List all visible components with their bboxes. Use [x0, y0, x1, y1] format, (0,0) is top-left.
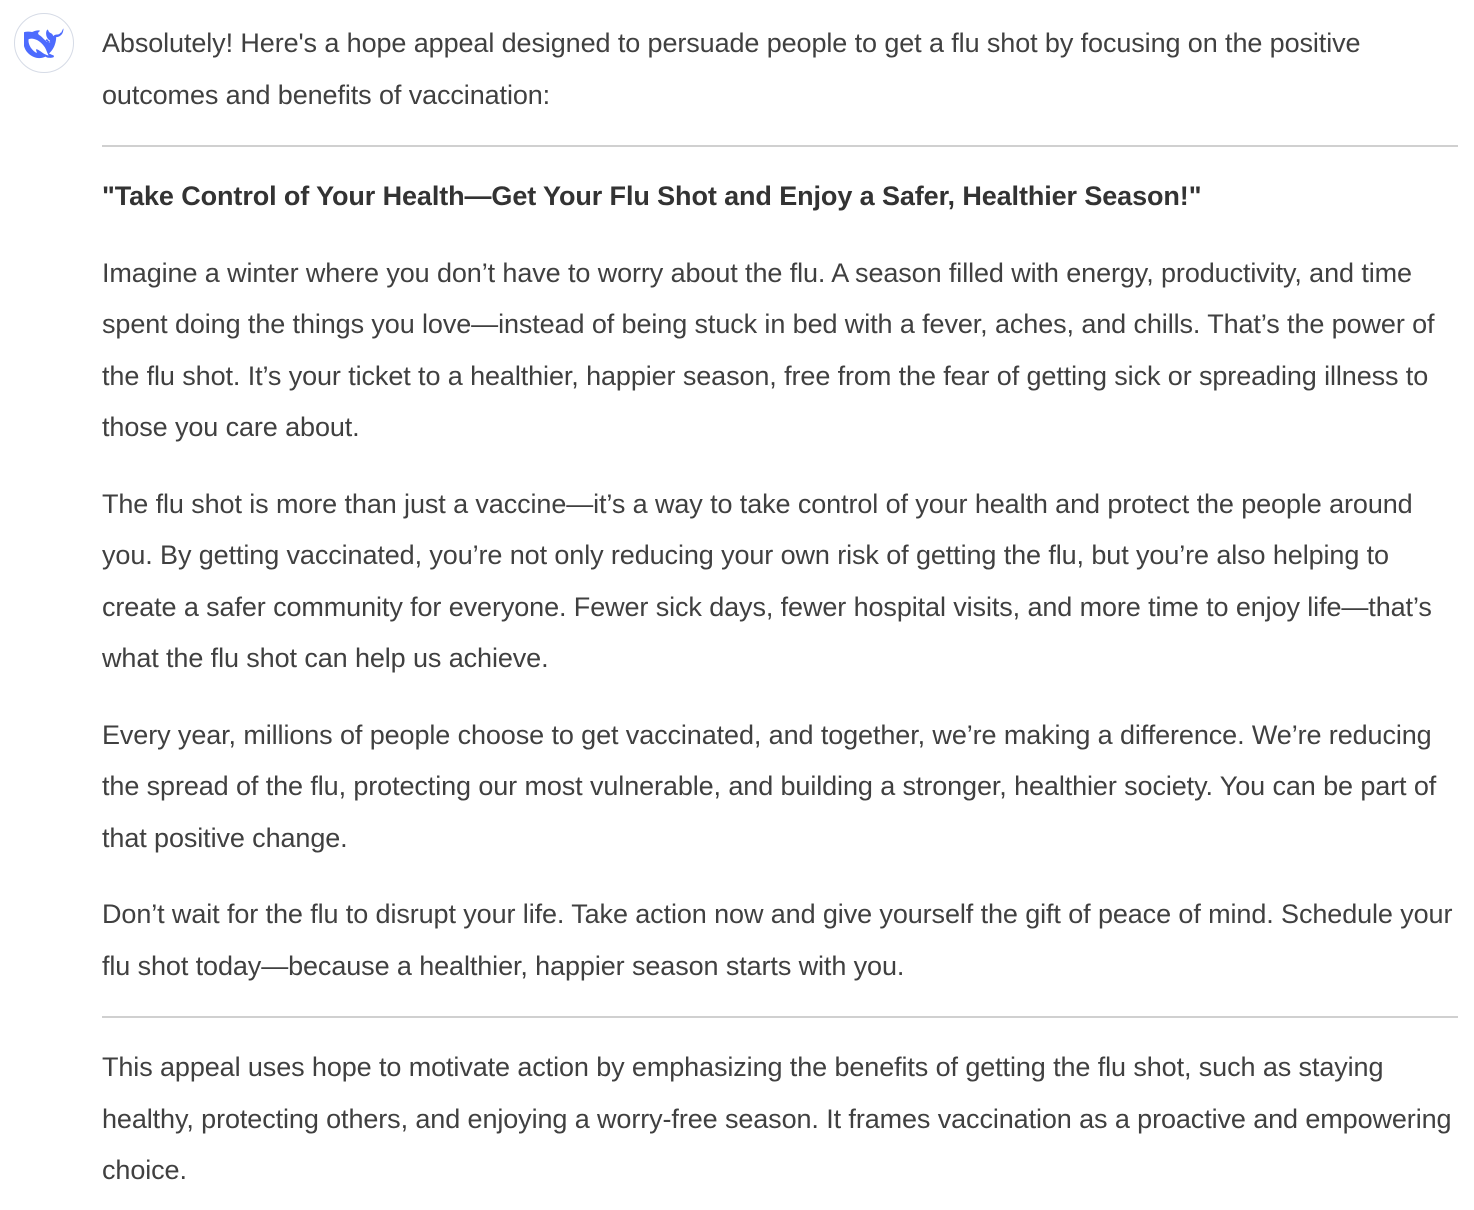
assistant-avatar	[14, 13, 74, 73]
message-conclusion: This appeal uses hope to motivate action…	[102, 1052, 1452, 1185]
appeal-paragraph: Don’t wait for the flu to disrupt your l…	[102, 899, 1453, 981]
message-intro: Absolutely! Here's a hope appeal designe…	[102, 28, 1361, 110]
whale-logo-icon	[24, 28, 64, 59]
divider	[102, 1016, 1458, 1018]
appeal-paragraph: Imagine a winter where you don’t have to…	[102, 257, 1435, 443]
appeal-paragraph: Every year, millions of people choose to…	[102, 719, 1437, 853]
assistant-message: Absolutely! Here's a hope appeal designe…	[102, 18, 1458, 1197]
appeal-paragraph: The flu shot is more than just a vaccine…	[102, 488, 1432, 674]
divider	[102, 145, 1458, 147]
appeal-title: "Take Control of Your Health—Get Your Fl…	[102, 181, 1202, 211]
